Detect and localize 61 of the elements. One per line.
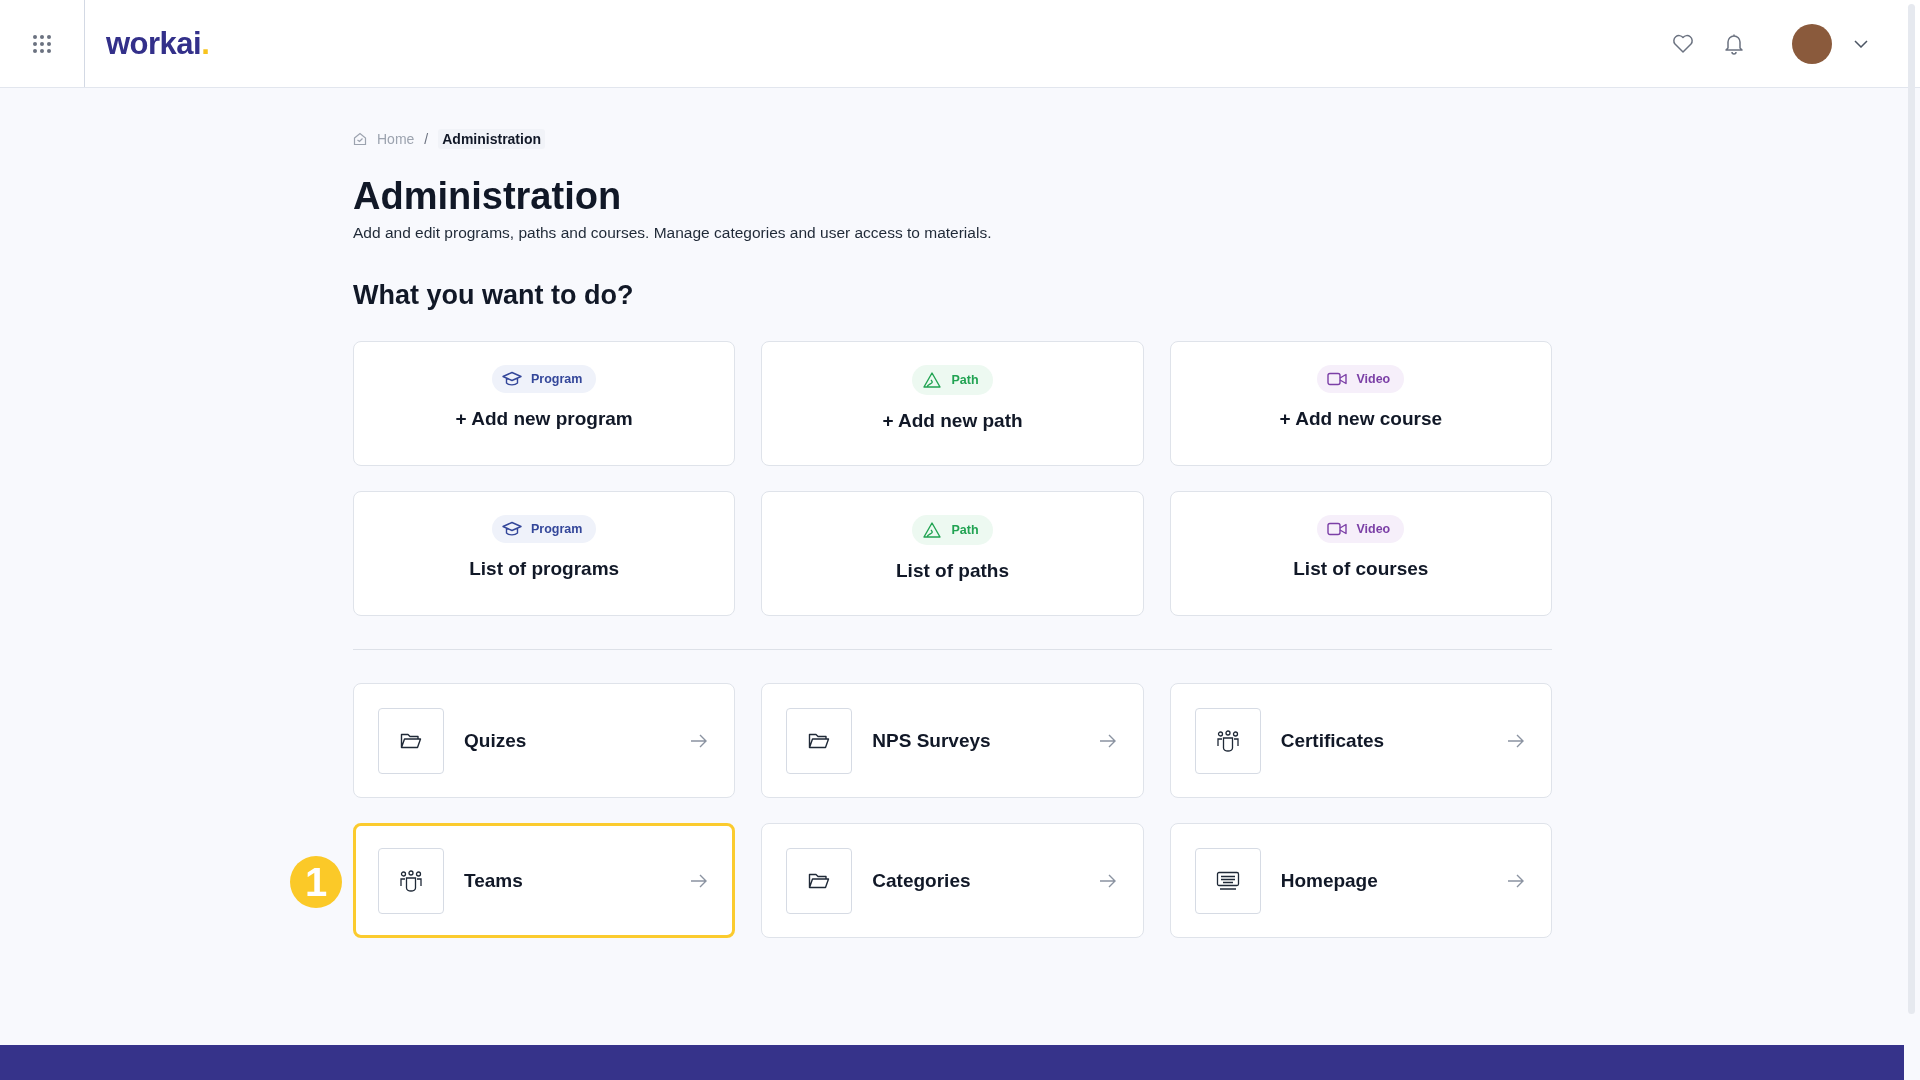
card-title: Quizes xyxy=(464,729,528,752)
mountain-icon xyxy=(922,521,943,539)
card-title: Teams xyxy=(464,869,524,892)
action-card[interactable]: Path + Add new path xyxy=(761,341,1144,466)
section-heading: What you want to do? xyxy=(353,280,635,311)
mountain-icon xyxy=(922,371,943,389)
arrow-right-icon xyxy=(1507,733,1525,748)
action-card[interactable]: Path List of paths xyxy=(761,491,1144,616)
bell-icon[interactable] xyxy=(1724,32,1744,55)
arrow-right-icon xyxy=(1098,873,1117,888)
card-title: + Add new program xyxy=(455,408,633,430)
folder-icon xyxy=(808,731,831,750)
card-title: + Add new course xyxy=(1279,408,1443,430)
page-description: Add and edit programs, paths and courses. Manage categories and user access to materials. xyxy=(353,224,993,242)
avatar[interactable] xyxy=(1792,23,1832,64)
action-card[interactable]: Program + Add new program xyxy=(353,341,736,466)
action-card[interactable]: Video List of courses xyxy=(1169,491,1552,616)
card-title: List of courses xyxy=(1293,558,1429,580)
tool-card[interactable]: Homepage xyxy=(1169,823,1552,938)
page-title: Administration xyxy=(353,175,623,218)
badge-label: Program xyxy=(530,522,583,536)
action-card[interactable]: Video + Add new course xyxy=(1169,341,1552,466)
video-camera-icon xyxy=(1327,371,1348,387)
action-card[interactable]: Program List of programs xyxy=(353,491,736,616)
badge-label: Video xyxy=(1356,372,1391,386)
scrollbar[interactable] xyxy=(1908,4,1915,1014)
keyboard-icon xyxy=(1215,870,1240,891)
card-title: List of programs xyxy=(469,558,620,580)
tool-card[interactable]: Teams xyxy=(353,823,736,938)
graduation-cap-icon xyxy=(501,521,522,537)
badge-label: Video xyxy=(1356,522,1391,536)
breadcrumb-link[interactable]: Administration xyxy=(438,129,546,149)
breadcrumb-separator: / xyxy=(424,131,429,147)
step-number-badge: 1 xyxy=(290,856,342,908)
card-title: List of paths xyxy=(896,560,1009,582)
apps-grid-icon[interactable] xyxy=(32,33,52,54)
tool-card[interactable]: NPS Surveys xyxy=(761,683,1144,798)
people-group-icon xyxy=(1215,729,1240,752)
card-title: Homepage xyxy=(1280,869,1379,892)
card-title: Certificates xyxy=(1280,729,1386,752)
badge-label: Path xyxy=(951,373,979,387)
card-title: + Add new path xyxy=(882,410,1023,432)
tool-card[interactable]: Certificates xyxy=(1169,683,1552,798)
arrow-right-icon xyxy=(690,733,709,748)
arrow-right-icon xyxy=(1098,733,1117,748)
logo[interactable]: workai. xyxy=(106,25,210,62)
folder-icon xyxy=(808,871,831,890)
arrow-right-icon xyxy=(690,873,709,888)
heart-icon[interactable] xyxy=(1672,33,1694,54)
card-title: NPS Surveys xyxy=(872,729,992,752)
tool-card[interactable]: Quizes xyxy=(353,683,736,798)
card-title: Categories xyxy=(872,869,972,892)
badge-label: Program xyxy=(530,372,583,386)
video-camera-icon xyxy=(1327,521,1348,537)
folder-icon xyxy=(400,731,422,750)
tool-card[interactable]: Categories xyxy=(761,823,1144,938)
people-group-icon xyxy=(399,869,423,892)
graduation-cap-icon xyxy=(501,371,522,387)
badge-label: Path xyxy=(951,523,979,537)
chevron-down-icon[interactable] xyxy=(1854,39,1868,48)
arrow-right-icon xyxy=(1507,873,1525,888)
